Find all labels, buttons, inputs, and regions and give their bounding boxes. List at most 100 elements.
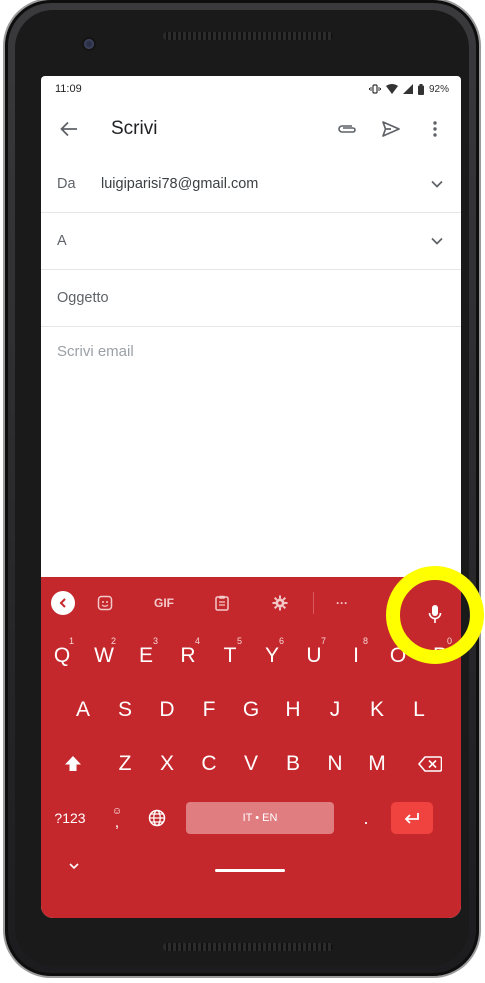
clipboard-icon[interactable]: [193, 595, 251, 611]
key-g[interactable]: G: [230, 683, 272, 737]
key-label: U: [306, 644, 322, 667]
more-options-button[interactable]: ···: [318, 596, 366, 610]
keyboard-nav-bar: [41, 845, 461, 887]
microphone-icon: [428, 605, 442, 623]
key-x[interactable]: X: [146, 737, 188, 791]
key-e[interactable]: E3: [125, 629, 167, 683]
key-label: E: [138, 644, 153, 667]
collapse-toolbar-icon[interactable]: [51, 591, 75, 615]
app-bar-actions: [335, 117, 447, 141]
shift-icon: [64, 756, 81, 771]
vibrate-icon: [368, 84, 381, 94]
page-title: Scrivi: [111, 118, 158, 139]
key-label: P: [432, 644, 447, 667]
key-h[interactable]: H: [272, 683, 314, 737]
shift-key[interactable]: [41, 737, 104, 791]
globe-icon: [148, 809, 166, 827]
back-arrow-icon[interactable]: [57, 117, 81, 141]
enter-key[interactable]: [391, 802, 433, 834]
key-f[interactable]: F: [188, 683, 230, 737]
key-l[interactable]: L: [398, 683, 440, 737]
key-hint: 9: [404, 636, 410, 646]
to-field[interactable]: A: [41, 213, 461, 270]
from-label: Da: [57, 176, 76, 192]
key-label: T: [223, 644, 237, 667]
key-row-1: Q1 W2 E3 R4 T5 Y6 U7 I8 O9 P0: [41, 629, 461, 683]
key-s[interactable]: S: [104, 683, 146, 737]
key-b[interactable]: B: [272, 737, 314, 791]
key-row-3: Z X C V B N M: [41, 737, 461, 791]
key-n[interactable]: N: [314, 737, 356, 791]
bottom-speaker: [163, 943, 333, 951]
key-w[interactable]: W2: [83, 629, 125, 683]
key-z[interactable]: Z: [104, 737, 146, 791]
screen: 11:09 92% Scrivi Da luigiparisi78@gmail.…: [41, 76, 461, 918]
key-hint: 0: [446, 636, 452, 646]
key-label: R: [180, 644, 196, 667]
key-hint: 1: [68, 636, 74, 646]
key-i[interactable]: I8: [335, 629, 377, 683]
status-time: 11:09: [55, 83, 82, 95]
hide-keyboard-icon[interactable]: [69, 857, 79, 875]
email-body-input[interactable]: Scrivi email: [41, 327, 461, 376]
keyboard: GIF ··· Q1 W2 E3 R4 T5 Y6 U7 I8 O9 P0 A …: [41, 577, 461, 918]
send-icon[interactable]: [379, 117, 403, 141]
key-label: W: [94, 644, 114, 667]
subject-field[interactable]: Oggetto: [41, 270, 461, 327]
subject-placeholder: Oggetto: [57, 290, 109, 306]
key-hint: 2: [110, 636, 116, 646]
earpiece-speaker: [163, 32, 333, 40]
comma-label: ,: [114, 814, 120, 831]
from-field[interactable]: Da luigiparisi78@gmail.com: [41, 156, 461, 213]
gesture-nav-handle[interactable]: [215, 869, 285, 872]
signal-icon: [402, 84, 413, 94]
key-p[interactable]: P0: [419, 629, 461, 683]
key-y[interactable]: Y6: [251, 629, 293, 683]
chevron-down-icon[interactable]: [427, 174, 447, 194]
chevron-down-icon[interactable]: [427, 231, 447, 251]
gif-button[interactable]: GIF: [135, 596, 193, 610]
key-hint: 6: [278, 636, 284, 646]
comma-key[interactable]: ☺ ,: [99, 807, 135, 831]
key-j[interactable]: J: [314, 683, 356, 737]
from-value: luigiparisi78@gmail.com: [101, 176, 259, 192]
key-hint: 4: [194, 636, 200, 646]
key-label: O: [389, 644, 407, 667]
key-v[interactable]: V: [230, 737, 272, 791]
key-hint: 3: [152, 636, 158, 646]
battery-percent: 92%: [428, 83, 449, 95]
front-camera: [84, 39, 94, 49]
language-globe-key[interactable]: [135, 809, 179, 827]
key-m[interactable]: M: [356, 737, 398, 791]
key-a[interactable]: A: [62, 683, 104, 737]
key-u[interactable]: U7: [293, 629, 335, 683]
settings-gear-icon[interactable]: [251, 595, 309, 611]
key-d[interactable]: D: [146, 683, 188, 737]
more-vert-icon[interactable]: [423, 117, 447, 141]
key-k[interactable]: K: [356, 683, 398, 737]
key-hint: 5: [236, 636, 242, 646]
battery-icon: [417, 83, 424, 95]
wifi-icon: [385, 84, 398, 94]
key-label: Y: [264, 644, 279, 667]
symbols-key[interactable]: ?123: [41, 810, 99, 826]
backspace-key[interactable]: [398, 737, 461, 791]
voice-input-key[interactable]: [421, 600, 449, 628]
key-o[interactable]: O9: [377, 629, 419, 683]
key-label: I: [353, 644, 359, 667]
key-c[interactable]: C: [188, 737, 230, 791]
key-t[interactable]: T5: [209, 629, 251, 683]
attach-icon[interactable]: [335, 117, 359, 141]
backspace-icon: [417, 756, 442, 772]
sticker-icon[interactable]: [75, 595, 135, 611]
key-hint: 8: [362, 636, 368, 646]
key-q[interactable]: Q1: [41, 629, 83, 683]
app-bar: Scrivi: [41, 102, 461, 156]
body-placeholder: Scrivi email: [57, 343, 134, 360]
key-r[interactable]: R4: [167, 629, 209, 683]
toolbar-divider: [313, 592, 314, 614]
key-row-2: A S D F G H J K L: [41, 683, 461, 737]
to-label: A: [57, 233, 67, 249]
space-bar[interactable]: IT • EN: [186, 802, 334, 834]
period-key[interactable]: .: [341, 808, 391, 829]
